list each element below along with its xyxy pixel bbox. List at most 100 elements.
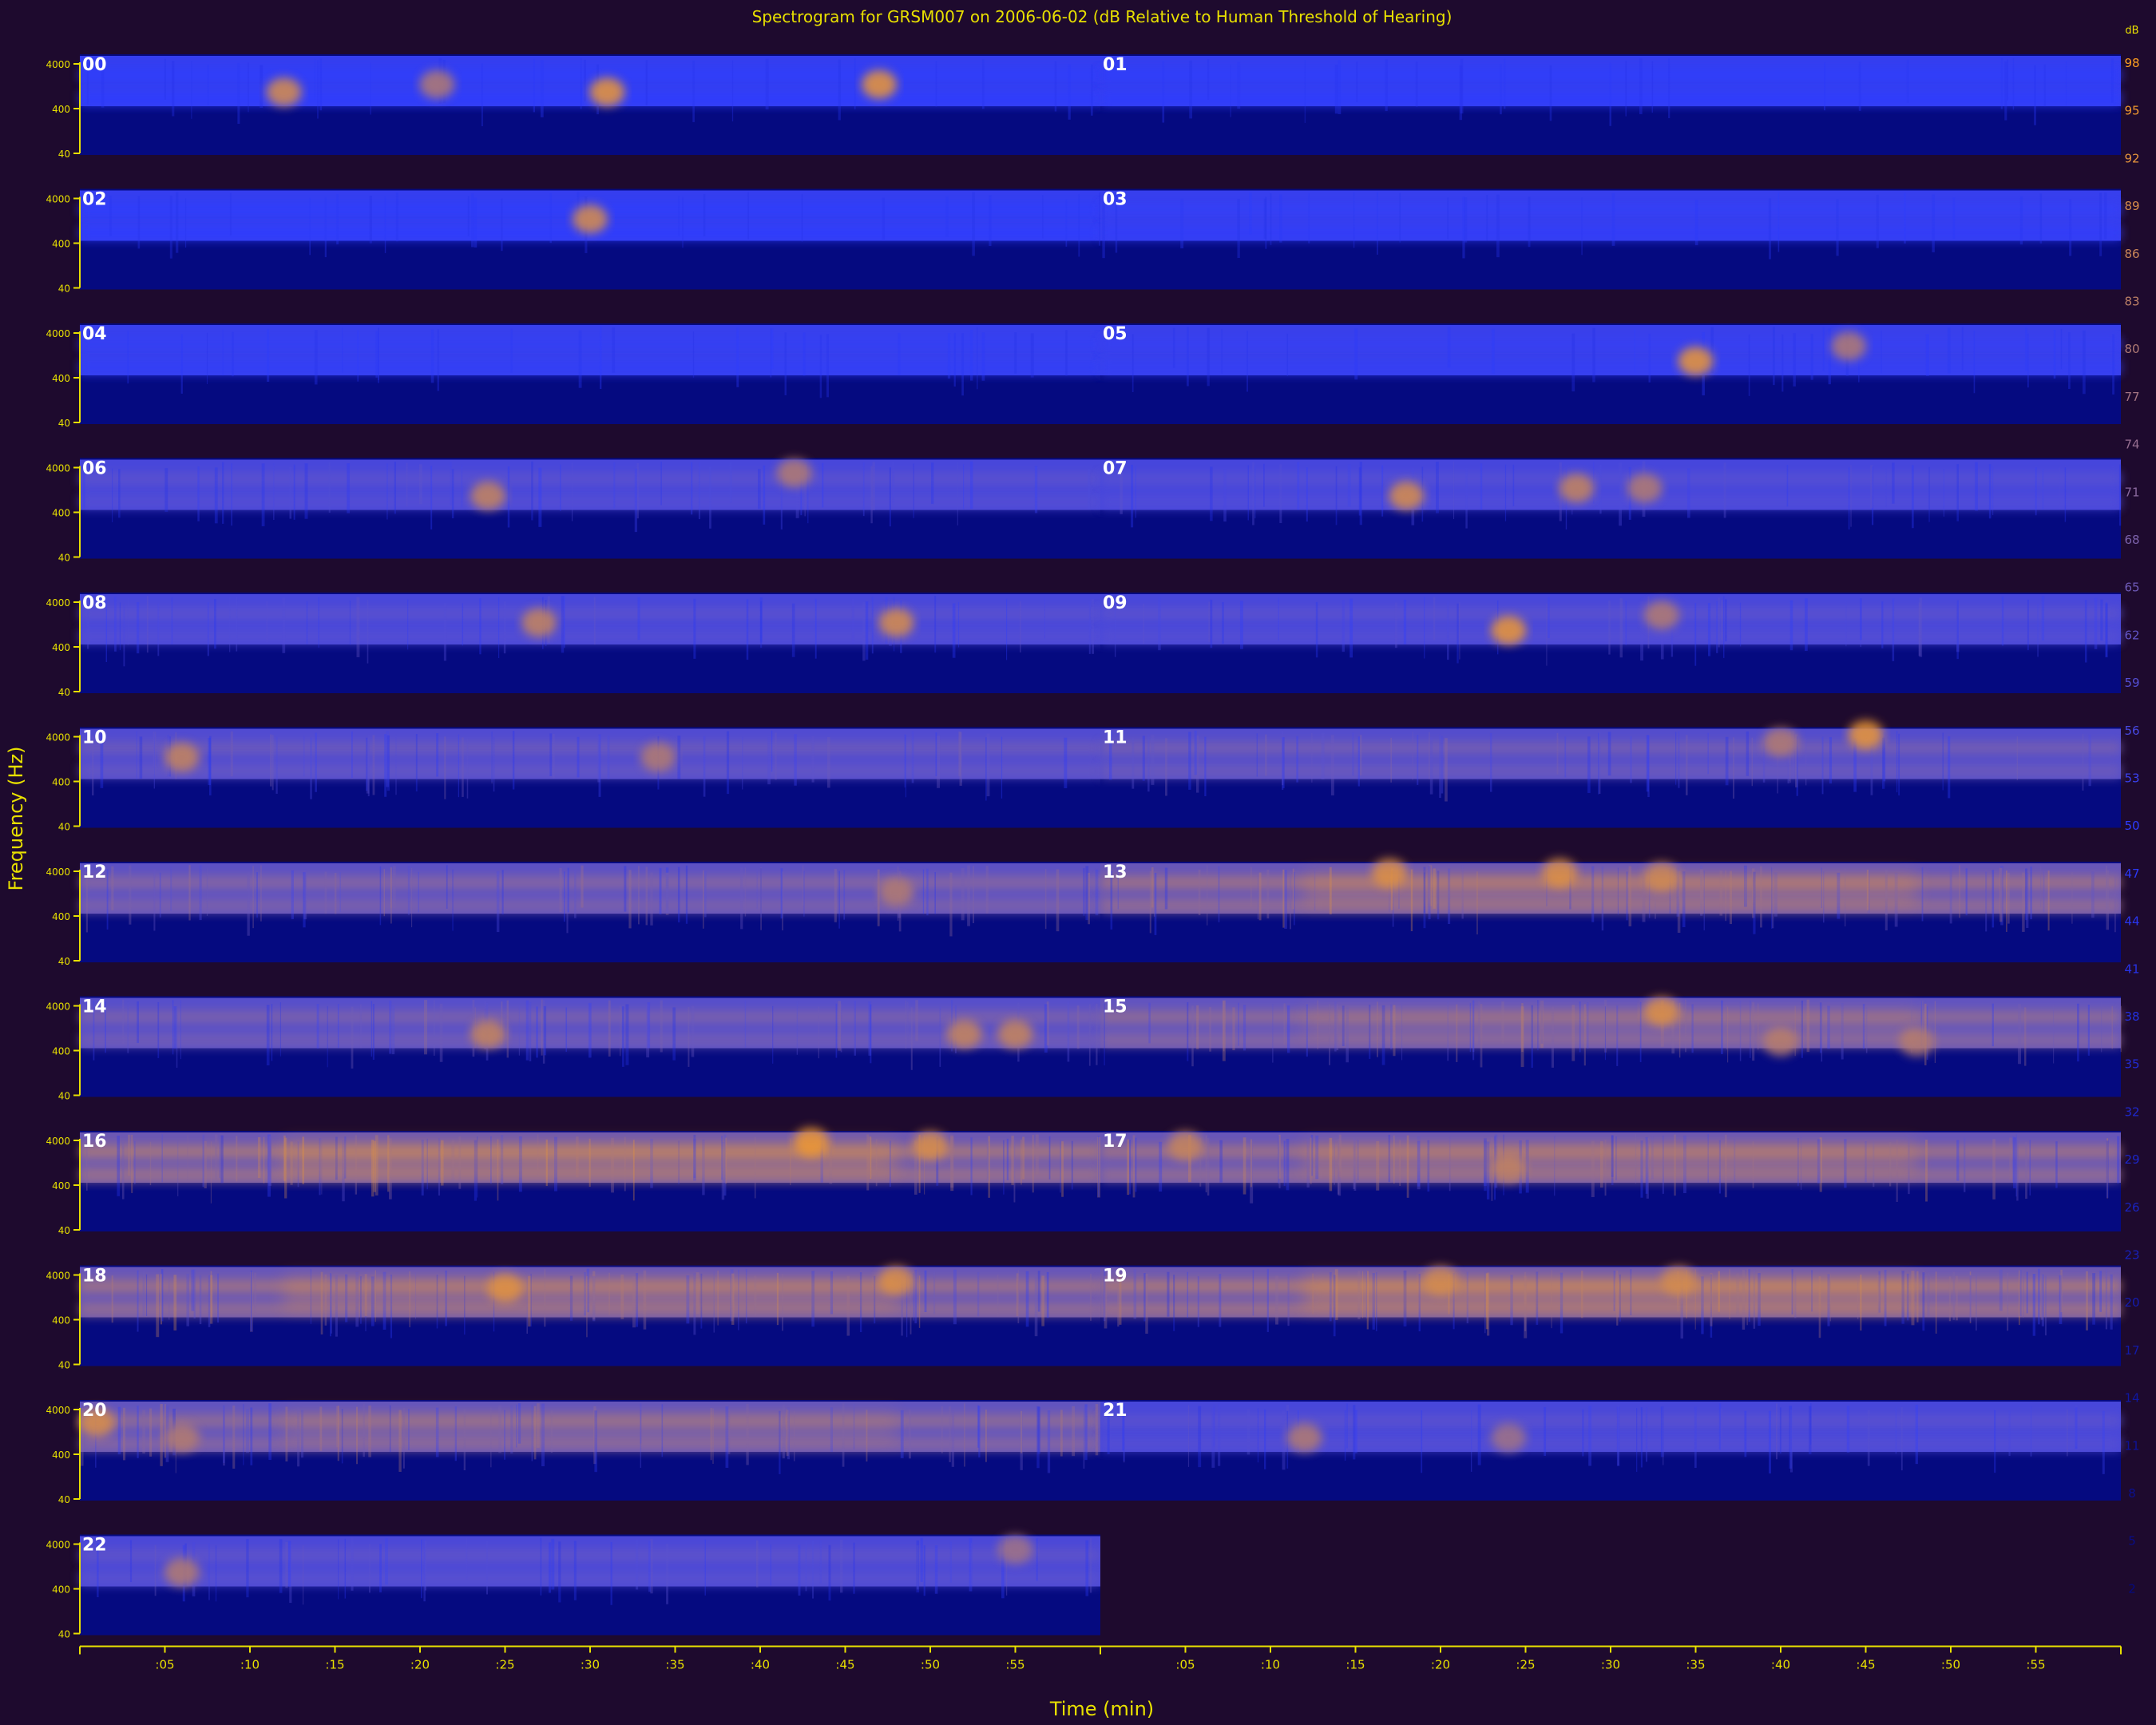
mid-frequency-band [1100,225,2121,240]
sound-event [589,77,625,107]
noise-streak [1721,600,1723,640]
noise-streak [1504,464,1507,521]
noise-streak [287,1541,291,1587]
noise-streak [803,332,806,376]
hour-label: 00 [82,55,107,75]
noise-streak [1789,600,1793,651]
noise-streak [822,462,824,508]
loud-region [1304,1275,1917,1311]
noise-streak [1068,64,1071,120]
noise-streak [977,1272,980,1317]
noise-streak [1611,192,1615,246]
noise-streak [1076,1005,1080,1049]
noise-streak [682,196,684,248]
noise-streak [1238,1002,1239,1046]
noise-streak [1188,732,1191,790]
noise-streak [337,1004,339,1049]
noise-streak [2009,1137,2012,1180]
hour-label: 20 [82,1401,107,1421]
spectrogram-segment: 09 [1100,593,2121,693]
noise-streak [498,597,500,659]
noise-streak [1187,1271,1189,1318]
noise-streak [865,601,869,660]
noise-streak [1265,734,1267,776]
noise-streak [1860,598,1862,640]
noise-streak [540,1537,542,1596]
noise-streak [1358,467,1361,516]
noise-streak [551,1538,555,1590]
noise-streak [1172,327,1175,368]
sound-event [1627,474,1663,503]
loud-region [283,1410,897,1445]
noise-streak [744,867,747,917]
noise-streak [1153,871,1155,917]
frequency-tick-label: 40 [58,956,70,967]
noise-streak [1282,869,1285,928]
noise-streak [219,1136,222,1179]
noise-streak [2088,734,2091,787]
noise-streak [229,597,231,652]
noise-streak [1246,1409,1250,1455]
noise-streak [1207,59,1210,101]
noise-streak [1846,1406,1850,1453]
noise-streak [123,603,125,667]
noise-streak [310,737,312,799]
spectrogram-segment: 04 [80,323,1100,424]
noise-streak [1424,597,1425,659]
noise-streak [525,1000,529,1061]
noise-streak [549,1542,552,1593]
noise-streak [801,193,803,242]
noise-streak [208,737,212,786]
sound-event [878,877,914,906]
noise-streak [1961,327,1964,371]
colorbar-tick-label: 38 [2124,1009,2139,1024]
noise-streak [293,464,295,520]
noise-streak [1999,867,2003,922]
spectrogram-segment: 20 [79,1400,1100,1501]
noise-streak [1095,869,1099,916]
noise-streak [1283,1140,1286,1186]
sound-event [640,743,676,772]
noise-streak [1845,601,1847,647]
noise-streak [1640,601,1643,661]
high-frequency-band [80,1549,1100,1562]
noise-streak [1733,737,1735,799]
noise-streak [2004,61,2007,121]
noise-streak [1609,62,1611,126]
noise-streak [1097,1136,1100,1197]
noise-streak [909,1410,911,1459]
noise-streak [969,461,973,509]
noise-streak [2022,872,2025,932]
noise-streak [1918,602,1921,656]
noise-streak [2044,1275,2047,1336]
sound-event [521,608,557,637]
noise-streak [2102,1410,2105,1474]
frequency-tick-label: 400 [52,777,70,788]
noise-streak [1191,1005,1194,1067]
noise-streak [1208,601,1211,642]
time-tick-label: :55 [2026,1658,2045,1672]
noise-streak [208,1275,211,1327]
frequency-tick-label: 4000 [46,194,70,205]
noise-streak [367,600,369,664]
noise-streak [838,1001,842,1051]
noise-streak [254,1272,257,1316]
noise-streak [947,333,951,379]
noise-streak [129,865,132,925]
noise-streak [1496,194,1500,258]
frequency-tick-label: 4000 [46,866,70,878]
colorbar-tick-label: 59 [2124,676,2139,690]
noise-streak [1247,465,1249,521]
noise-streak [236,1136,238,1182]
noise-streak [271,735,274,791]
noise-streak [915,1000,918,1041]
noise-streak [131,1134,133,1193]
noise-streak [772,1005,774,1064]
noise-streak [1768,1410,1772,1474]
noise-streak [747,192,749,240]
noise-streak [1198,1406,1202,1468]
noise-streak [2035,467,2037,516]
noise-streak [1194,730,1197,775]
noise-streak [279,1002,281,1057]
noise-streak [1067,1001,1070,1062]
